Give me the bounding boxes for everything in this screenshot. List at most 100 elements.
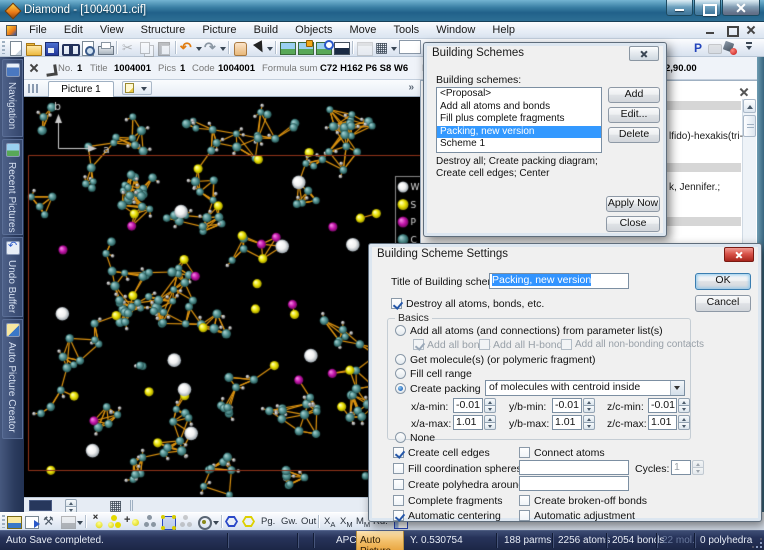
molecule-button[interactable] — [142, 514, 158, 530]
menu-item-help[interactable]: Help — [485, 22, 522, 36]
yb-max-spinner[interactable] — [583, 415, 595, 430]
menu-item-build[interactable]: Build — [247, 22, 285, 36]
xa-max-spinner[interactable] — [484, 415, 496, 430]
save-button[interactable] — [43, 40, 59, 56]
xa-min-spinner[interactable] — [484, 398, 496, 413]
scrollbar-thumb[interactable] — [743, 115, 756, 137]
print-preview-button[interactable] — [79, 40, 95, 56]
mdi-minimize-button[interactable] — [704, 24, 718, 36]
xa-axis-button[interactable]: XA — [322, 515, 337, 530]
packing-atoms-button[interactable] — [106, 514, 122, 530]
add-all-hbonds-checkbox[interactable] — [479, 339, 490, 350]
edit-button[interactable]: Edit... — [608, 107, 660, 123]
snapshot-button[interactable] — [706, 40, 722, 56]
cancel-button[interactable]: Cancel — [695, 295, 751, 312]
ok-button[interactable]: OK — [695, 273, 751, 290]
sidebar-item-recent-pictures[interactable]: Recent Pictures — [2, 139, 23, 235]
settings-close-button[interactable] — [724, 247, 754, 262]
table-view-button[interactable] — [356, 40, 372, 56]
properties-button[interactable] — [690, 40, 706, 56]
redo-button[interactable] — [203, 40, 219, 56]
polyhedra-yellow-button[interactable] — [242, 516, 255, 527]
non-bonding-contacts-checkbox[interactable] — [561, 339, 572, 350]
gw-button[interactable]: Gw. — [279, 515, 299, 528]
yb-min-input[interactable]: -0.01 — [552, 398, 582, 413]
zc-max-spinner[interactable] — [678, 415, 690, 430]
create-polyhedra-input[interactable] — [519, 476, 629, 491]
redo-dropdown-arrow[interactable] — [219, 46, 226, 51]
info-close-icon[interactable] — [28, 62, 40, 74]
menu-item-structure[interactable]: Structure — [134, 22, 193, 36]
menu-item-move[interactable]: Move — [343, 22, 384, 36]
coordination-sphere-button[interactable] — [196, 514, 212, 530]
automatic-adjustment-checkbox[interactable] — [519, 510, 530, 521]
sidebar-item-undo-buffer[interactable]: Undo Buffer — [2, 237, 23, 317]
tools-button[interactable] — [42, 514, 58, 530]
complete-fragments-checkbox[interactable] — [393, 495, 404, 506]
sidebar-item-navigation[interactable]: Navigation — [2, 59, 23, 137]
select-cursor-button[interactable] — [250, 40, 266, 56]
info-expand-icon[interactable] — [44, 62, 56, 74]
cycles-spinner[interactable] — [692, 460, 704, 475]
yb-min-spinner[interactable] — [583, 398, 595, 413]
combo-dropdown-arrow[interactable] — [670, 381, 684, 395]
xm-axis-button[interactable]: XM — [338, 515, 355, 530]
panel-close-icon[interactable] — [738, 86, 749, 97]
pg-button[interactable]: Pg. — [259, 515, 277, 528]
create-polyhedra-checkbox[interactable] — [393, 479, 404, 490]
fill-spheres-checkbox[interactable] — [393, 463, 404, 474]
close-dialog-button[interactable]: Close — [606, 216, 660, 232]
fill-cell-button[interactable] — [160, 514, 176, 530]
yb-max-input[interactable]: 1.01 — [552, 415, 582, 430]
toolbar-overflow-button[interactable] — [742, 40, 758, 56]
zc-min-input[interactable]: -0.01 — [648, 398, 677, 413]
picture-update-button[interactable] — [315, 40, 331, 56]
create-cell-edges-checkbox[interactable] — [393, 447, 404, 458]
schemes-close-button[interactable] — [629, 46, 659, 61]
minimize-button[interactable] — [666, 0, 693, 16]
menu-item-file[interactable]: File — [22, 22, 54, 36]
add-all-atoms-radio[interactable] — [395, 325, 406, 336]
open-file-button[interactable] — [25, 40, 41, 56]
xa-min-input[interactable]: -0.01 — [453, 398, 483, 413]
sidebar-item-auto-picture-creator[interactable]: Auto Picture Creator — [2, 319, 23, 439]
render-tool-button[interactable] — [722, 40, 738, 56]
print-button[interactable] — [97, 40, 113, 56]
document-icon[interactable] — [6, 25, 17, 36]
out-button[interactable]: Out — [299, 515, 318, 528]
menu-item-edit[interactable]: Edit — [57, 22, 90, 36]
destroy-all-checkbox[interactable] — [391, 298, 402, 309]
sphere-dropdown-arrow[interactable] — [212, 520, 219, 525]
cycles-input[interactable]: 1 — [671, 460, 691, 475]
list-item[interactable]: Scheme 1 — [437, 138, 601, 151]
apply-now-button[interactable]: Apply Now — [606, 196, 660, 212]
picture-new-button[interactable] — [279, 40, 295, 56]
menu-item-tools[interactable]: Tools — [386, 22, 426, 36]
cut-button[interactable] — [120, 40, 136, 56]
new-file-button[interactable] — [7, 40, 23, 56]
tab-overflow-chevron-icon[interactable]: » — [408, 82, 414, 93]
picture-mode-button[interactable] — [60, 514, 76, 530]
grid-dropdown-arrow[interactable] — [390, 46, 397, 51]
undo-dropdown-arrow[interactable] — [195, 46, 202, 51]
menu-item-objects[interactable]: Objects — [288, 22, 339, 36]
create-packing-radio[interactable] — [395, 383, 406, 394]
broken-off-bonds-checkbox[interactable] — [519, 495, 530, 506]
fill-spheres-input[interactable] — [519, 460, 629, 475]
list-item[interactable]: Add all atoms and bonds — [437, 101, 601, 114]
data-grid-button[interactable] — [374, 40, 390, 56]
add-atom-button[interactable] — [124, 514, 140, 530]
picture-edit-button[interactable] — [297, 40, 313, 56]
list-item-selected[interactable]: Packing, new version — [437, 126, 601, 139]
paste-button[interactable] — [156, 40, 172, 56]
copy-button[interactable] — [138, 40, 154, 56]
xa-max-input[interactable]: 1.01 — [453, 415, 483, 430]
cursor-dropdown-arrow[interactable] — [266, 46, 273, 51]
toolbar-grip[interactable] — [2, 515, 5, 528]
menu-item-window[interactable]: Window — [429, 22, 482, 36]
picture-blank-button[interactable] — [333, 40, 349, 56]
none-radio[interactable] — [395, 432, 406, 443]
crystal-structure-view[interactable] — [24, 97, 420, 497]
status-auto-picture-badge[interactable]: Auto Picture — [356, 531, 404, 550]
toolbar-grip[interactable] — [2, 41, 5, 54]
